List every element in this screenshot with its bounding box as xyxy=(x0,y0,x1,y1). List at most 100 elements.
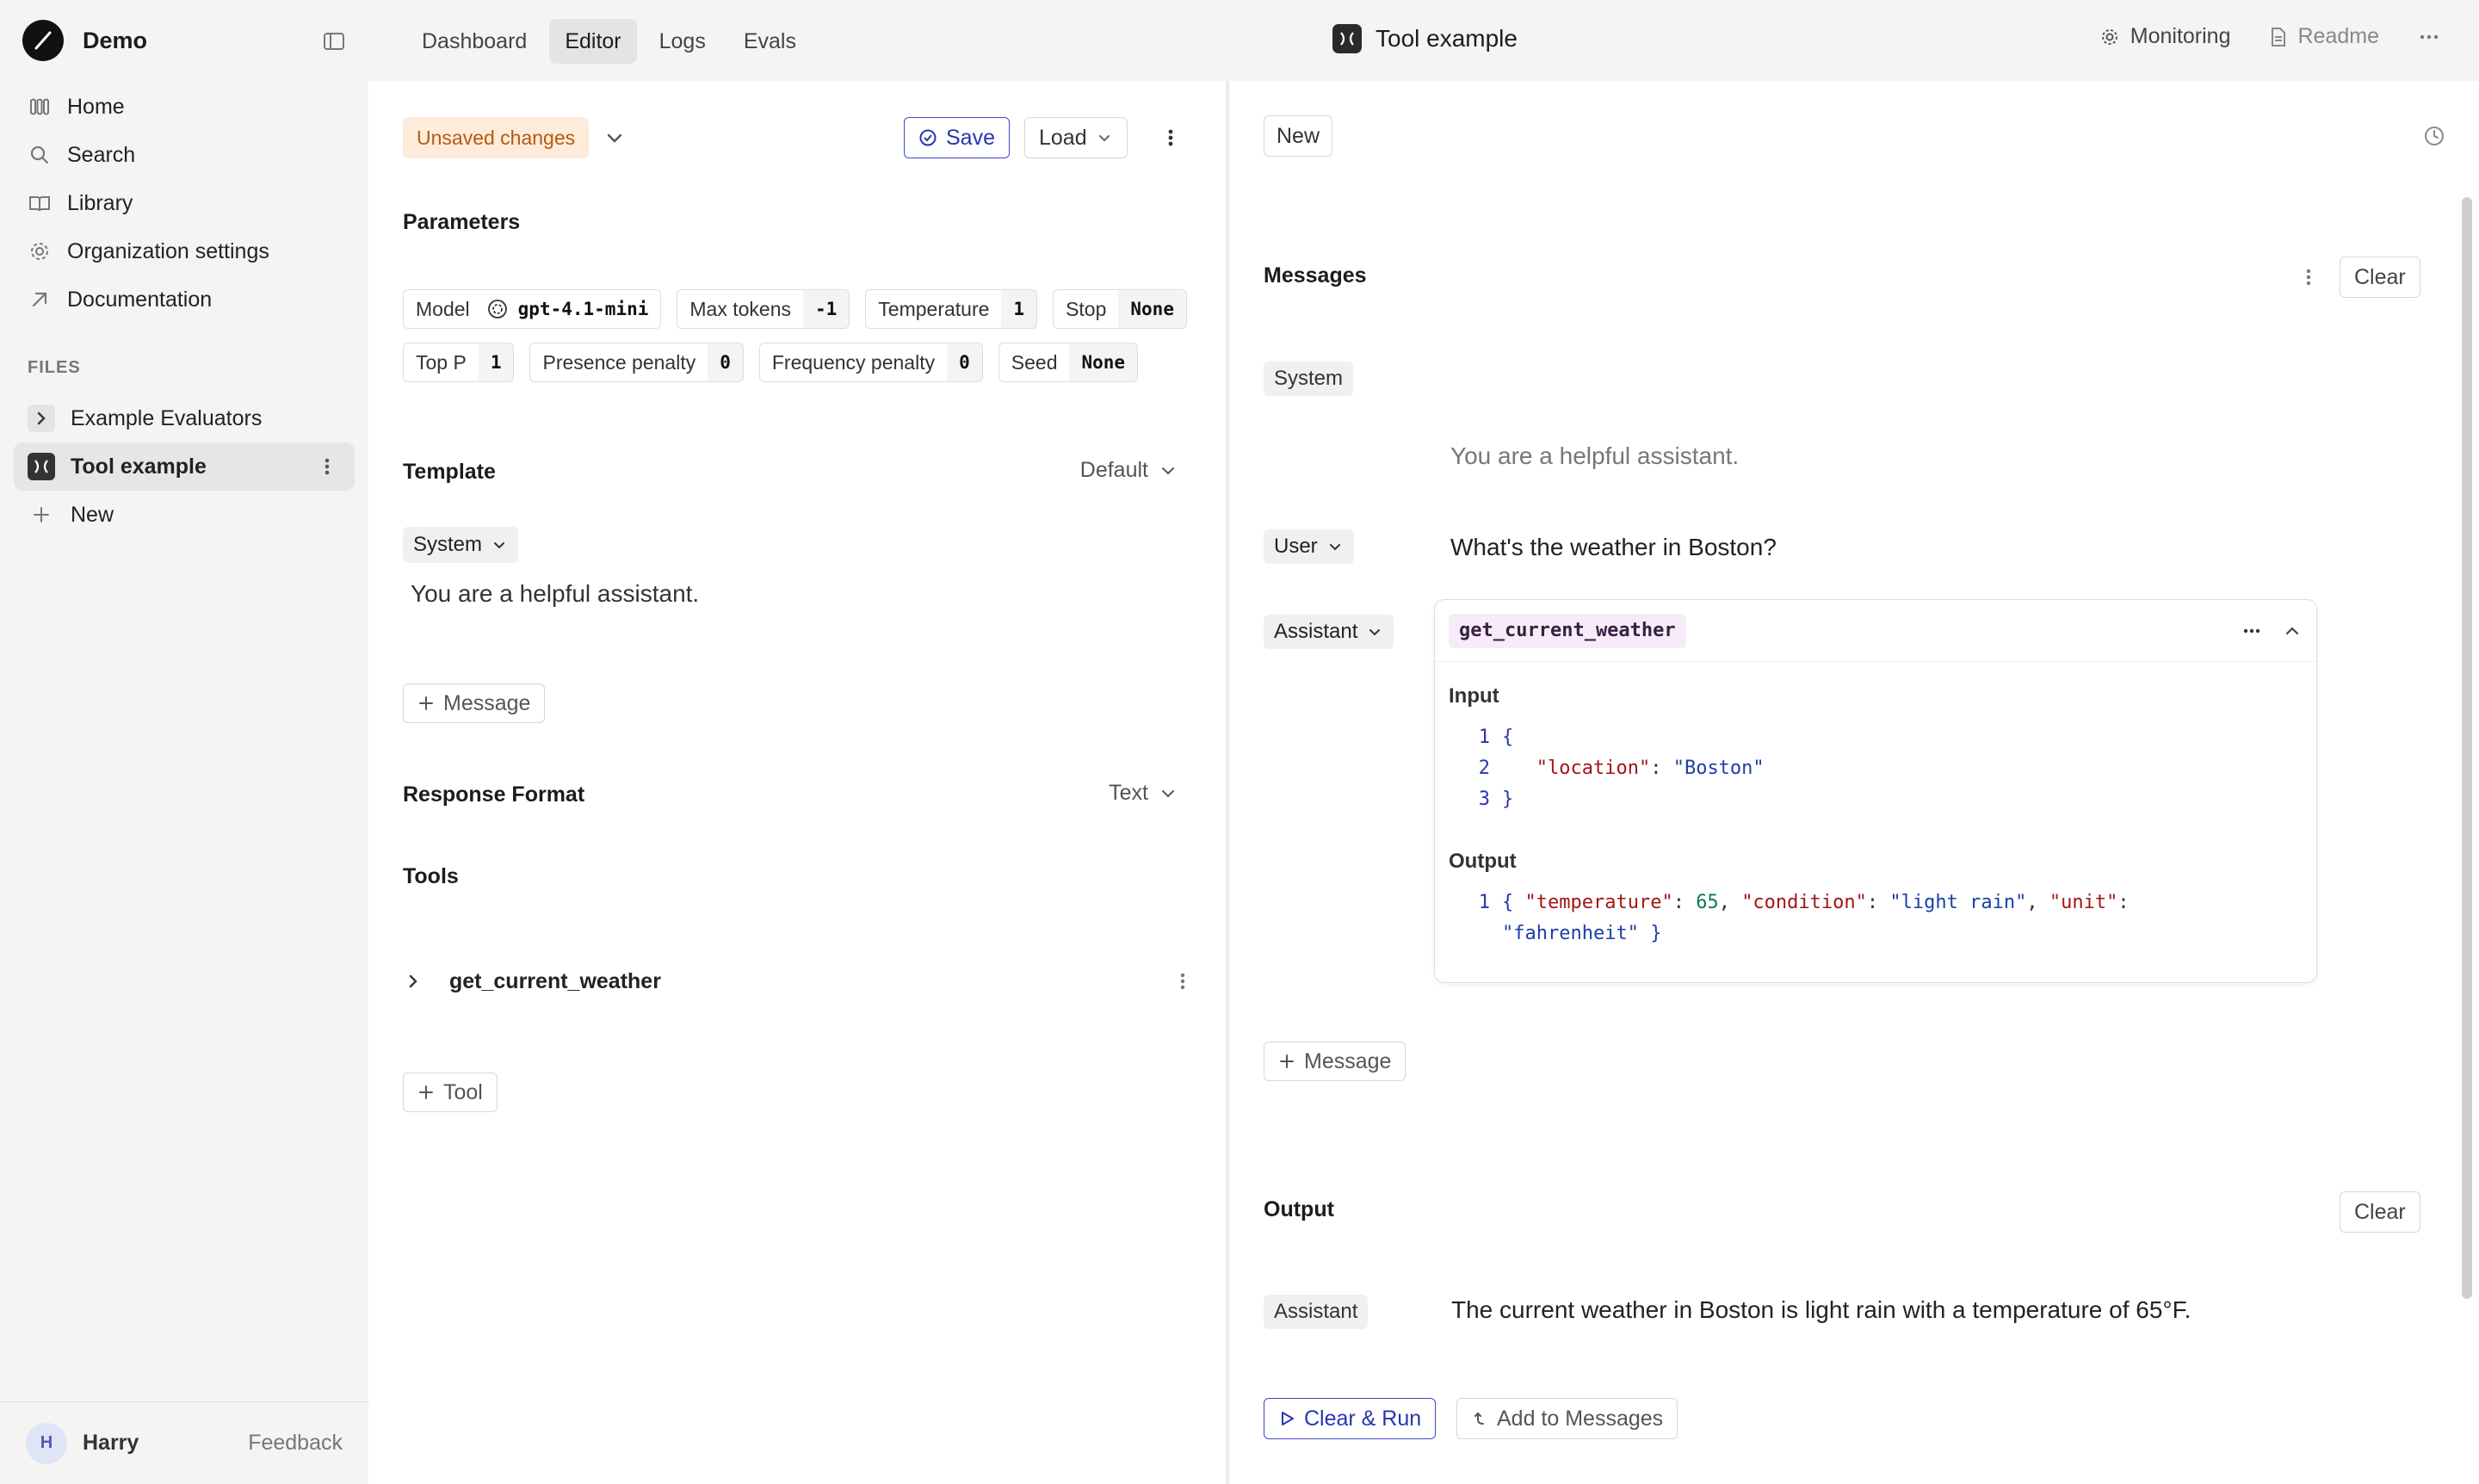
user-name[interactable]: Harry xyxy=(83,1431,139,1456)
arrow-up-right-icon xyxy=(28,288,52,312)
org-name: Demo xyxy=(83,27,148,53)
chevron-down-icon xyxy=(1096,129,1113,146)
monitoring-icon xyxy=(2099,27,2120,47)
sidebar-toggle-icon[interactable] xyxy=(320,28,348,55)
user-message-text[interactable]: What's the weather in Boston? xyxy=(1450,534,1777,561)
tab-dashboard[interactable]: Dashboard xyxy=(406,19,542,64)
plus-icon xyxy=(1278,1053,1295,1070)
more-horizontal-icon[interactable] xyxy=(2241,620,2263,642)
param-presence-penalty[interactable]: Presence penalty 0 xyxy=(529,343,744,382)
chevron-right-icon[interactable] xyxy=(28,405,55,432)
messages-title: Messages xyxy=(1264,263,1367,288)
document-icon xyxy=(2269,27,2288,47)
param-frequency-penalty[interactable]: Frequency penalty 0 xyxy=(758,343,983,382)
param-key: Top P xyxy=(416,350,467,374)
param-value: 0 xyxy=(947,343,982,381)
nav-label: Search xyxy=(67,142,136,167)
param-seed[interactable]: Seed None xyxy=(998,343,1139,382)
add-message-button[interactable]: Message xyxy=(403,683,546,723)
add-tool-button[interactable]: Tool xyxy=(403,1073,498,1112)
parameters-title: Parameters xyxy=(403,210,521,234)
param-top-p[interactable]: Top P 1 xyxy=(403,343,515,382)
load-button[interactable]: Load xyxy=(1024,117,1128,158)
clear-messages-button[interactable]: Clear xyxy=(2340,257,2420,298)
chevron-right-icon[interactable] xyxy=(403,971,423,992)
file-item-example-evaluators[interactable]: Example Evaluators xyxy=(14,394,355,442)
chevron-down-icon xyxy=(1366,623,1383,640)
monitoring-button[interactable]: Monitoring xyxy=(2099,24,2231,49)
prompt-file-icon xyxy=(28,453,55,480)
files-heading: FILES xyxy=(28,358,81,377)
nav-item-home[interactable]: Home xyxy=(14,83,355,131)
param-value: 0 xyxy=(708,343,743,381)
new-button[interactable]: New xyxy=(1264,115,1333,157)
param-temperature[interactable]: Temperature 1 xyxy=(865,289,1038,329)
nav-item-documentation[interactable]: Documentation xyxy=(14,275,355,324)
tool-call-card: get_current_weather Input 1{ 2 "location… xyxy=(1434,599,2317,983)
param-value: None xyxy=(1069,343,1138,381)
save-label: Save xyxy=(946,125,995,150)
clear-run-button[interactable]: Clear & Run xyxy=(1264,1398,1437,1439)
tab-evals[interactable]: Evals xyxy=(728,19,812,64)
system-message-text[interactable]: You are a helpful assistant. xyxy=(1450,442,1739,470)
add-to-messages-button[interactable]: Add to Messages xyxy=(1456,1398,1678,1439)
main-nav: Home Search Library Organization setting… xyxy=(14,83,355,324)
tool-output-label: Output xyxy=(1449,850,1517,873)
tab-editor[interactable]: Editor xyxy=(549,19,637,64)
param-value: 1 xyxy=(1001,290,1037,328)
file-more-icon[interactable] xyxy=(315,454,339,479)
readme-button[interactable]: Readme xyxy=(2269,24,2379,49)
history-icon[interactable] xyxy=(2422,124,2446,148)
prompt-file-icon xyxy=(1332,24,1362,53)
template-mode-dropdown[interactable]: Default xyxy=(1080,458,1178,483)
template-role-dropdown[interactable]: System xyxy=(403,527,519,563)
tool-output-code[interactable]: 1{ "temperature": 65, "condition": "ligh… xyxy=(1469,887,2130,949)
avatar[interactable]: H xyxy=(26,1422,67,1464)
nav-label: Home xyxy=(67,94,125,119)
tools-title: Tools xyxy=(403,864,459,888)
file-item-tool-example[interactable]: Tool example xyxy=(14,442,355,491)
add-message-label: Message xyxy=(1304,1048,1392,1073)
add-message-button[interactable]: Message xyxy=(1264,1042,1406,1081)
assistant-role-dropdown[interactable]: Assistant xyxy=(1264,615,1394,649)
play-icon xyxy=(1278,1410,1295,1427)
tool-more-icon[interactable] xyxy=(1171,969,1195,993)
messages-more-icon[interactable] xyxy=(2297,265,2321,289)
check-circle-icon xyxy=(918,128,937,147)
file-item-new[interactable]: New xyxy=(14,491,355,539)
param-value: -1 xyxy=(802,290,850,328)
add-tool-label: Tool xyxy=(443,1079,483,1104)
tool-name: get_current_weather xyxy=(449,968,661,993)
output-role-label: Assistant xyxy=(1264,1295,1369,1329)
template-message-text[interactable]: You are a helpful assistant. xyxy=(411,580,699,608)
scrollbar[interactable] xyxy=(2462,197,2472,1299)
nav-item-organization-settings[interactable]: Organization settings xyxy=(14,227,355,275)
tab-logs[interactable]: Logs xyxy=(644,19,721,64)
response-format-dropdown[interactable]: Text xyxy=(1109,781,1178,806)
document-title-text: Tool example xyxy=(1376,25,1518,52)
param-model[interactable]: Model gpt-4.1-mini xyxy=(403,289,662,329)
save-button[interactable]: Save xyxy=(904,117,1010,158)
chevron-down-icon[interactable] xyxy=(603,126,627,150)
plus-icon xyxy=(28,501,55,529)
gear-icon xyxy=(28,239,52,263)
nav-item-library[interactable]: Library xyxy=(14,179,355,227)
editor-more-icon[interactable] xyxy=(1159,126,1183,150)
nav-item-search[interactable]: Search xyxy=(14,131,355,179)
response-format-label: Text xyxy=(1109,781,1148,805)
tool-item[interactable]: get_current_weather xyxy=(403,959,1195,1004)
feedback-link[interactable]: Feedback xyxy=(248,1431,343,1456)
nav-label: Organization settings xyxy=(67,238,269,263)
chevron-up-icon[interactable] xyxy=(2282,621,2303,641)
user-role-dropdown[interactable]: User xyxy=(1264,529,1354,564)
playground-panel: New Messages Clear System You are a help… xyxy=(1229,81,2479,1484)
add-to-messages-label: Add to Messages xyxy=(1497,1406,1664,1431)
param-stop[interactable]: Stop None xyxy=(1053,289,1187,329)
tool-call-header: get_current_weather xyxy=(1435,600,2316,662)
param-key: Model xyxy=(416,297,470,320)
param-max-tokens[interactable]: Max tokens -1 xyxy=(677,289,850,329)
more-horizontal-icon[interactable] xyxy=(2417,25,2441,49)
org-switcher[interactable]: Demo xyxy=(22,19,147,62)
tool-input-code[interactable]: 1{ 2 "location": "Boston" 3} xyxy=(1469,722,1765,815)
clear-output-button[interactable]: Clear xyxy=(2340,1191,2420,1233)
